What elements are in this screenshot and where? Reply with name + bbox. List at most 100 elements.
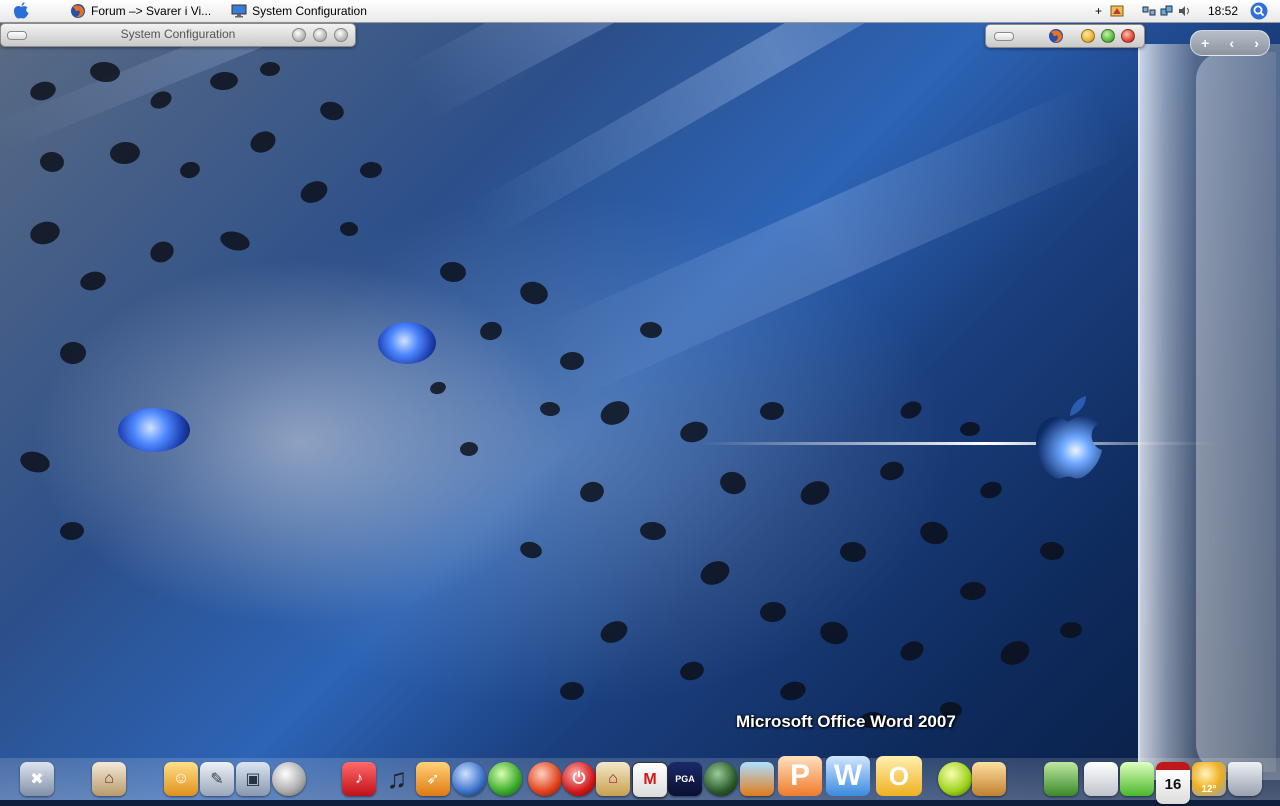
leopard-spot [817, 618, 851, 648]
side-panel [1138, 44, 1280, 780]
menubar-item-label: Forum –> Svarer i Vi... [91, 4, 212, 18]
leopard-eye [378, 322, 436, 364]
leopard-spot [597, 617, 631, 647]
menubar-item-system-configuration[interactable]: System Configuration [225, 0, 373, 22]
word-icon[interactable]: W [826, 756, 870, 796]
leopard-spot [1039, 540, 1065, 562]
leopard-spot [17, 448, 53, 476]
leopard-spot [577, 479, 607, 505]
trash-icon[interactable] [1228, 762, 1262, 796]
pictures-icon[interactable]: ▣ [236, 762, 270, 796]
messenger-icon[interactable]: ☺ [164, 762, 198, 796]
leopard-spot [959, 580, 987, 602]
pga-tour-icon[interactable]: PGA [668, 762, 702, 796]
leopard-spot [996, 636, 1034, 670]
minimize-button[interactable] [1081, 29, 1095, 43]
leopard-spot [1059, 621, 1083, 639]
next-button[interactable]: › [1254, 35, 1259, 51]
powerpoint-icon[interactable]: P [778, 756, 822, 796]
paint-palette-icon[interactable] [972, 762, 1006, 796]
house-app-icon[interactable]: ⌂ [596, 762, 630, 796]
dock-system-icon[interactable]: ✖ [20, 762, 54, 796]
leopard-spot [778, 678, 808, 704]
add-widget-button[interactable]: + [1201, 35, 1209, 51]
close-button[interactable] [334, 28, 348, 42]
network-globe-icon[interactable] [452, 762, 486, 796]
menubar-tray: + 18:52 [1095, 0, 1280, 22]
leopard-spot [478, 319, 504, 343]
zoom-button[interactable] [1101, 29, 1115, 43]
xbox-icon[interactable] [704, 762, 738, 796]
system-configuration-window[interactable]: System Configuration [0, 23, 356, 47]
leopard-spot [209, 70, 239, 92]
leopard-spot [109, 140, 141, 166]
firefox-icon [71, 4, 85, 18]
xbox-live-icon[interactable] [938, 762, 972, 796]
network-icon[interactable] [1142, 5, 1156, 17]
leopard-spot [559, 680, 585, 702]
tray-expand-button[interactable]: + [1095, 4, 1102, 18]
leopard-spot [439, 260, 467, 284]
battery-icon[interactable] [1120, 762, 1154, 796]
network-connection-icon[interactable] [1160, 5, 1174, 17]
leopard-spot [639, 520, 667, 542]
clock[interactable]: 18:52 [1208, 4, 1238, 18]
speaker-icon[interactable] [272, 762, 306, 796]
leopard-spot [796, 476, 834, 510]
dock-hover-label: Microsoft Office Word 2007 [736, 712, 956, 731]
leopard-eye [118, 408, 190, 452]
globe-icon[interactable] [488, 762, 522, 796]
leopard-spot [146, 237, 178, 267]
apple-logo-icon [1036, 396, 1102, 479]
leopard-spot [759, 600, 787, 624]
desktop-wallpaper [0, 22, 1280, 800]
office-icon[interactable]: O [876, 756, 922, 796]
leopard-spot [978, 479, 1004, 501]
menubar-item-label: System Configuration [252, 4, 367, 18]
spotlight-search-icon[interactable] [1250, 2, 1268, 20]
firefox-dock-icon[interactable] [528, 762, 562, 796]
zoom-button[interactable] [313, 28, 327, 42]
prev-button[interactable]: ‹ [1229, 35, 1234, 51]
leopard-spot [246, 127, 280, 157]
toolbar-toggle-button[interactable] [994, 32, 1014, 41]
mario-game-icon[interactable]: M [632, 762, 668, 798]
leopard-spot [78, 268, 108, 294]
documents-icon[interactable]: ✎ [200, 762, 234, 796]
itunes-icon[interactable]: ♫ [380, 762, 414, 796]
leopard-spot [59, 520, 85, 542]
leopard-spot [339, 221, 359, 237]
close-button[interactable] [1121, 29, 1135, 43]
leopard-spot [39, 150, 65, 174]
leopard-spot [897, 398, 925, 422]
leopard-spot [428, 380, 448, 396]
apple-menu[interactable] [0, 0, 42, 22]
leopard-spot [678, 659, 706, 683]
mac-system-icon[interactable] [1084, 762, 1118, 796]
browser-window[interactable] [985, 24, 1145, 48]
side-panel-controls: + ‹ › [1190, 30, 1270, 56]
power-icon[interactable]: ⏻ [562, 762, 596, 796]
volume-icon[interactable] [1178, 5, 1192, 17]
menubar-item-forum[interactable]: Forum –> Svarer i Vi... [64, 0, 217, 22]
feed-icon[interactable]: ➶ [416, 762, 450, 796]
thunderbird-icon[interactable] [740, 762, 774, 796]
calendar-icon[interactable]: 16 [1156, 762, 1190, 804]
leopard-spot [297, 177, 331, 207]
leopard-spot [717, 469, 749, 497]
media-player-icon[interactable]: ♪ [342, 762, 376, 796]
minimize-button[interactable] [292, 28, 306, 42]
leopard-spot [917, 518, 951, 548]
tray-app-icon[interactable] [1110, 5, 1124, 17]
leopard-spot [27, 218, 63, 248]
home-icon[interactable]: ⌂ [92, 762, 126, 796]
weather-icon[interactable]: 12° [1192, 762, 1226, 796]
crocodile-icon[interactable] [1044, 762, 1078, 796]
leopard-spot [539, 401, 561, 417]
leopard-spot [359, 161, 383, 179]
apple-icon [14, 2, 29, 19]
leopard-spot [318, 99, 346, 123]
calendar-day: 16 [1164, 775, 1182, 793]
leopard-spot [259, 61, 281, 77]
weather-temperature: 12° [1201, 783, 1217, 795]
